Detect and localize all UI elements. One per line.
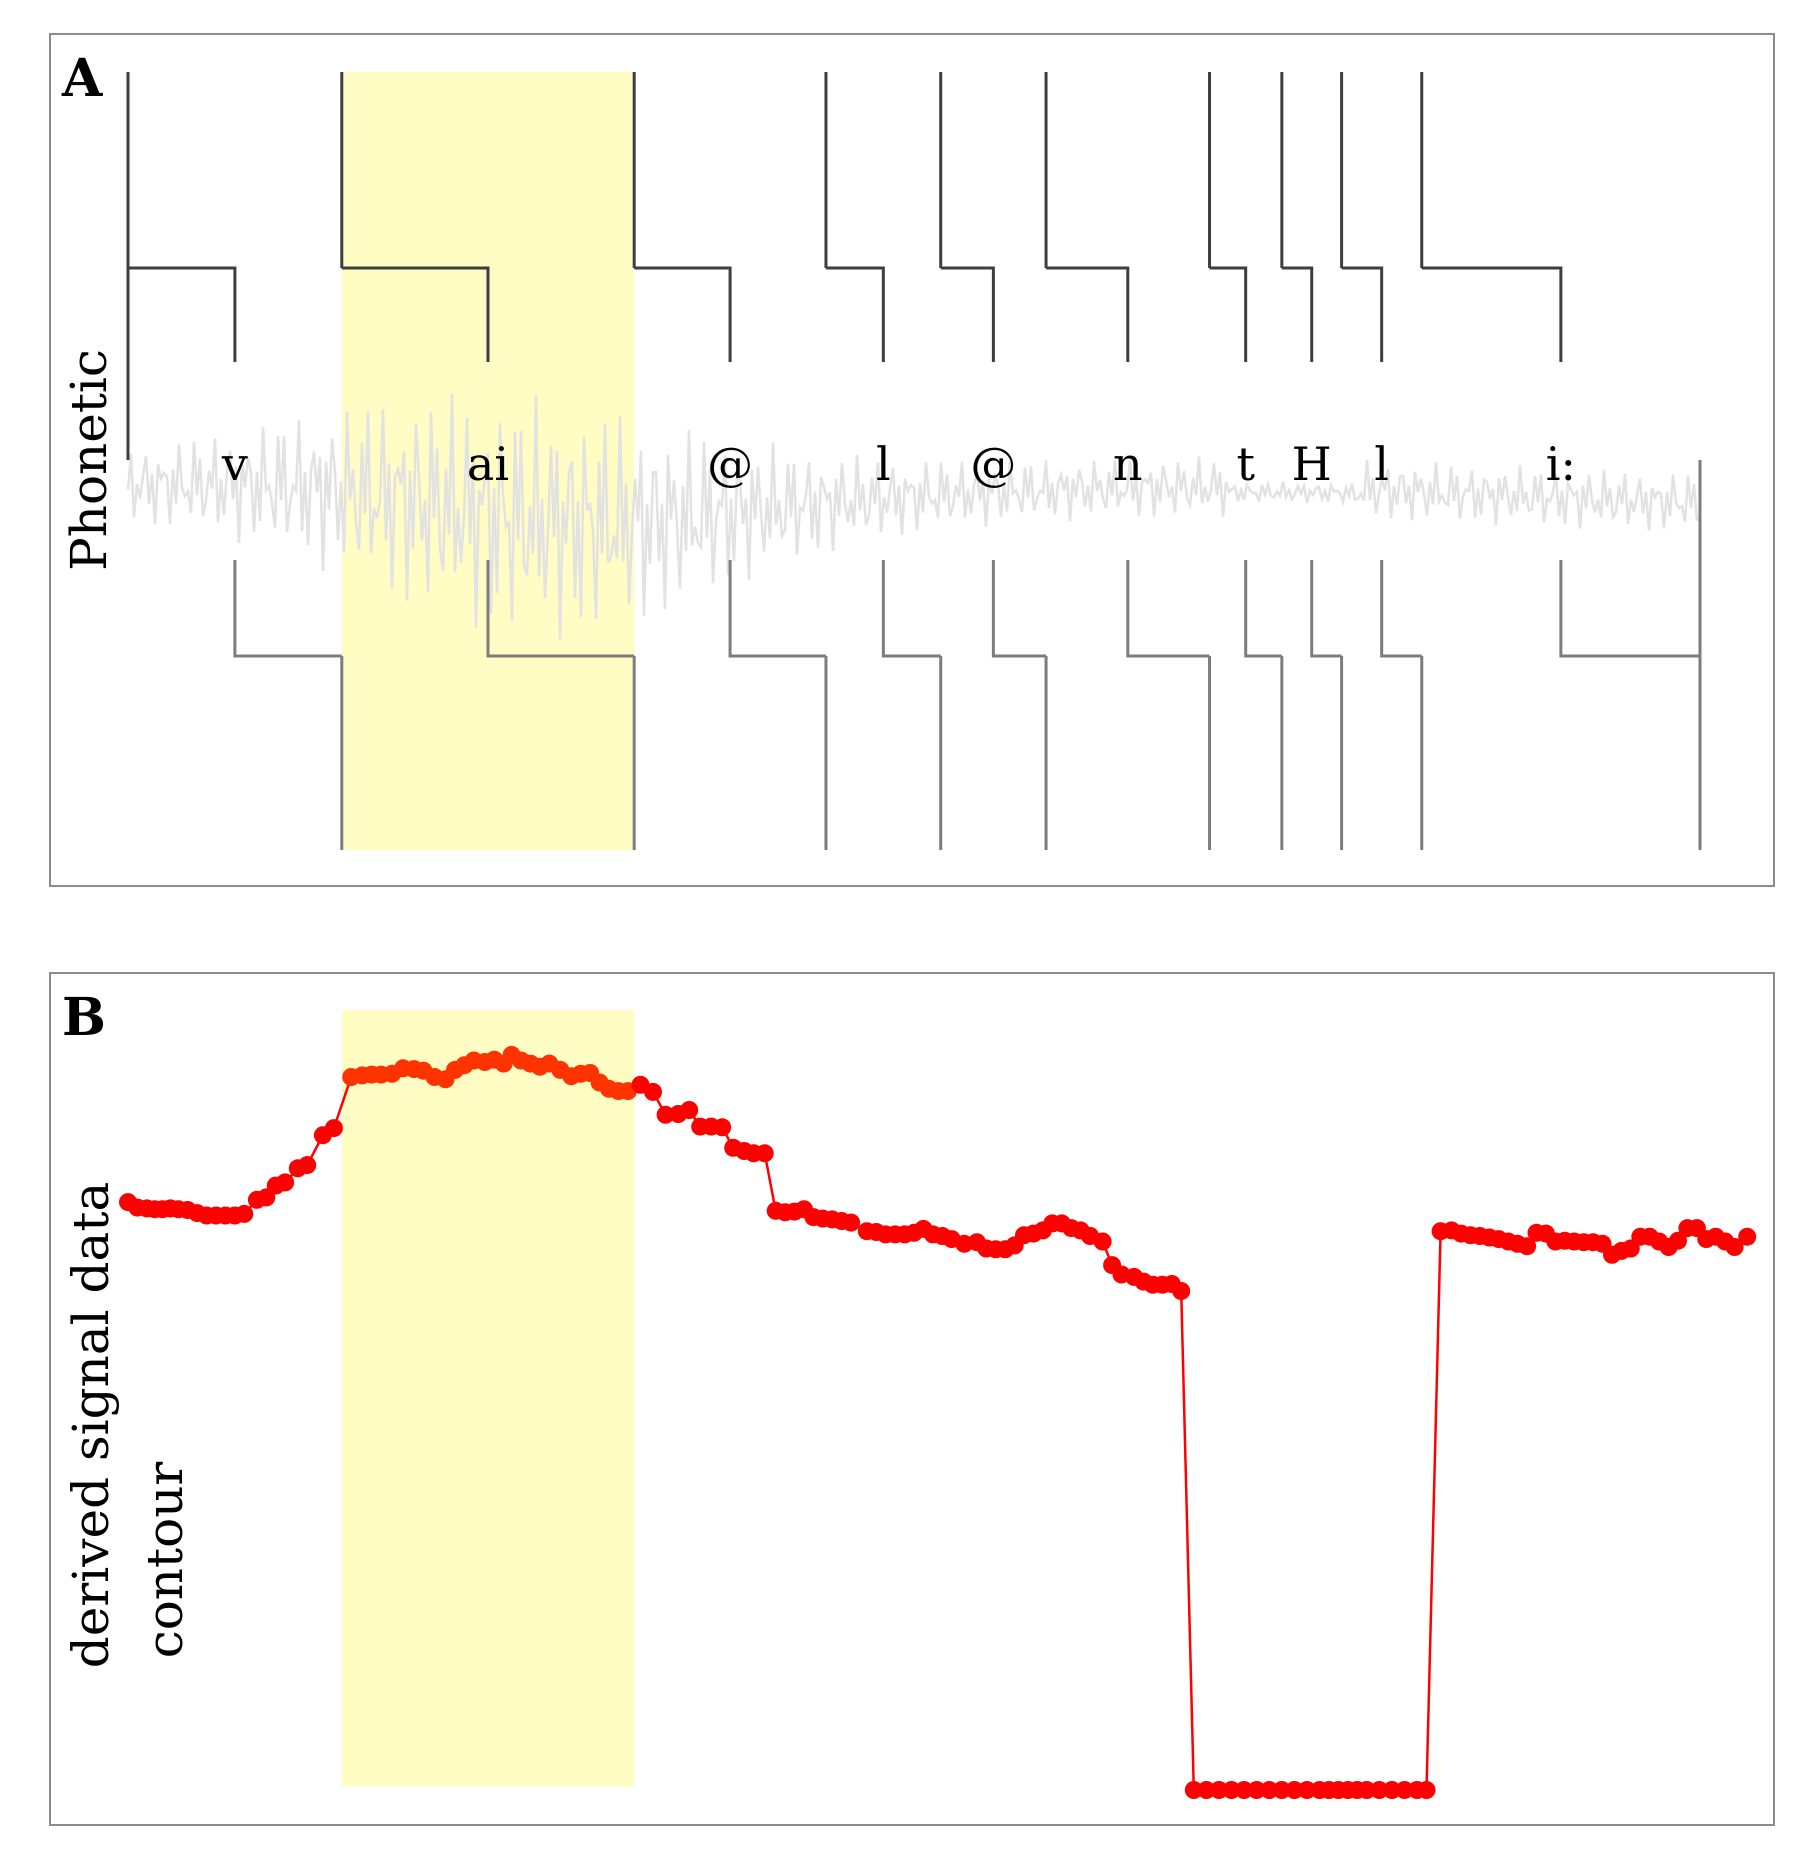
panel-a: v ai @ l @ n t Hl i: A Phonetic xyxy=(49,33,1775,887)
segment-label: H xyxy=(1292,437,1332,491)
contour-point xyxy=(1093,1232,1112,1251)
segment-bracket-top xyxy=(128,266,237,362)
segment-label: ai xyxy=(467,437,509,491)
segment-bracket-bottom xyxy=(233,560,342,658)
segment-bracket-top xyxy=(1341,266,1384,362)
segment-bracket-top xyxy=(1281,266,1314,362)
contour-point xyxy=(644,1082,662,1101)
segment-label: @ xyxy=(970,437,1016,491)
contour-point xyxy=(1417,1781,1436,1799)
segment-bracket-top xyxy=(1046,266,1130,362)
panel-a-frame xyxy=(49,33,1775,887)
segment-label: n xyxy=(1113,437,1143,491)
figure: v ai @ l @ n t Hl i: A Phonetic B derived signal… xyxy=(49,33,1775,1826)
panel-b: B derived signal data contour xyxy=(49,972,1775,1826)
segment-bracket-bottom xyxy=(991,560,1047,658)
segment-bracket-bottom xyxy=(1244,560,1282,658)
contour-point xyxy=(1172,1282,1191,1300)
contour-point xyxy=(755,1144,774,1163)
segment-label: @ xyxy=(707,437,753,491)
segment-label: l xyxy=(1374,437,1389,491)
contour-point xyxy=(235,1204,254,1223)
contour-point xyxy=(713,1118,732,1137)
segment-bracket-top xyxy=(940,266,995,362)
segment-bracket-top xyxy=(825,266,885,362)
panel-b-ylabel-line1: derived signal data xyxy=(62,1182,120,1669)
segment-label: l xyxy=(876,437,891,491)
panel-a-letter: A xyxy=(61,48,103,109)
segment-bracket-top xyxy=(1209,266,1248,362)
contour-point xyxy=(680,1101,699,1119)
segment-label: i: xyxy=(1546,437,1576,491)
panel-b-frame xyxy=(49,972,1775,1826)
segment-bracket-bottom xyxy=(1559,560,1700,658)
panel-a-ylabel: Phonetic xyxy=(60,349,118,571)
segment-bracket-bottom xyxy=(1126,560,1210,658)
panel-b-letter: B xyxy=(62,987,106,1048)
contour-point xyxy=(276,1173,295,1192)
panel-b-ylabel-line2: contour xyxy=(136,1462,194,1659)
contour-point xyxy=(1738,1227,1757,1246)
segment-bracket-top xyxy=(634,266,732,362)
segment-bracket-top xyxy=(1421,266,1563,362)
segment-bracket-bottom xyxy=(881,560,941,658)
contour-point xyxy=(842,1213,861,1232)
segment-label: t xyxy=(1236,437,1255,491)
segment-bracket-bottom xyxy=(1310,560,1342,658)
highlight-region-b xyxy=(341,1010,635,1787)
segment-bracket-bottom xyxy=(728,560,826,658)
segment-label: v xyxy=(221,437,248,491)
contour-point xyxy=(298,1156,317,1175)
segment-bracket-bottom xyxy=(1380,560,1422,658)
contour-point xyxy=(324,1119,343,1138)
